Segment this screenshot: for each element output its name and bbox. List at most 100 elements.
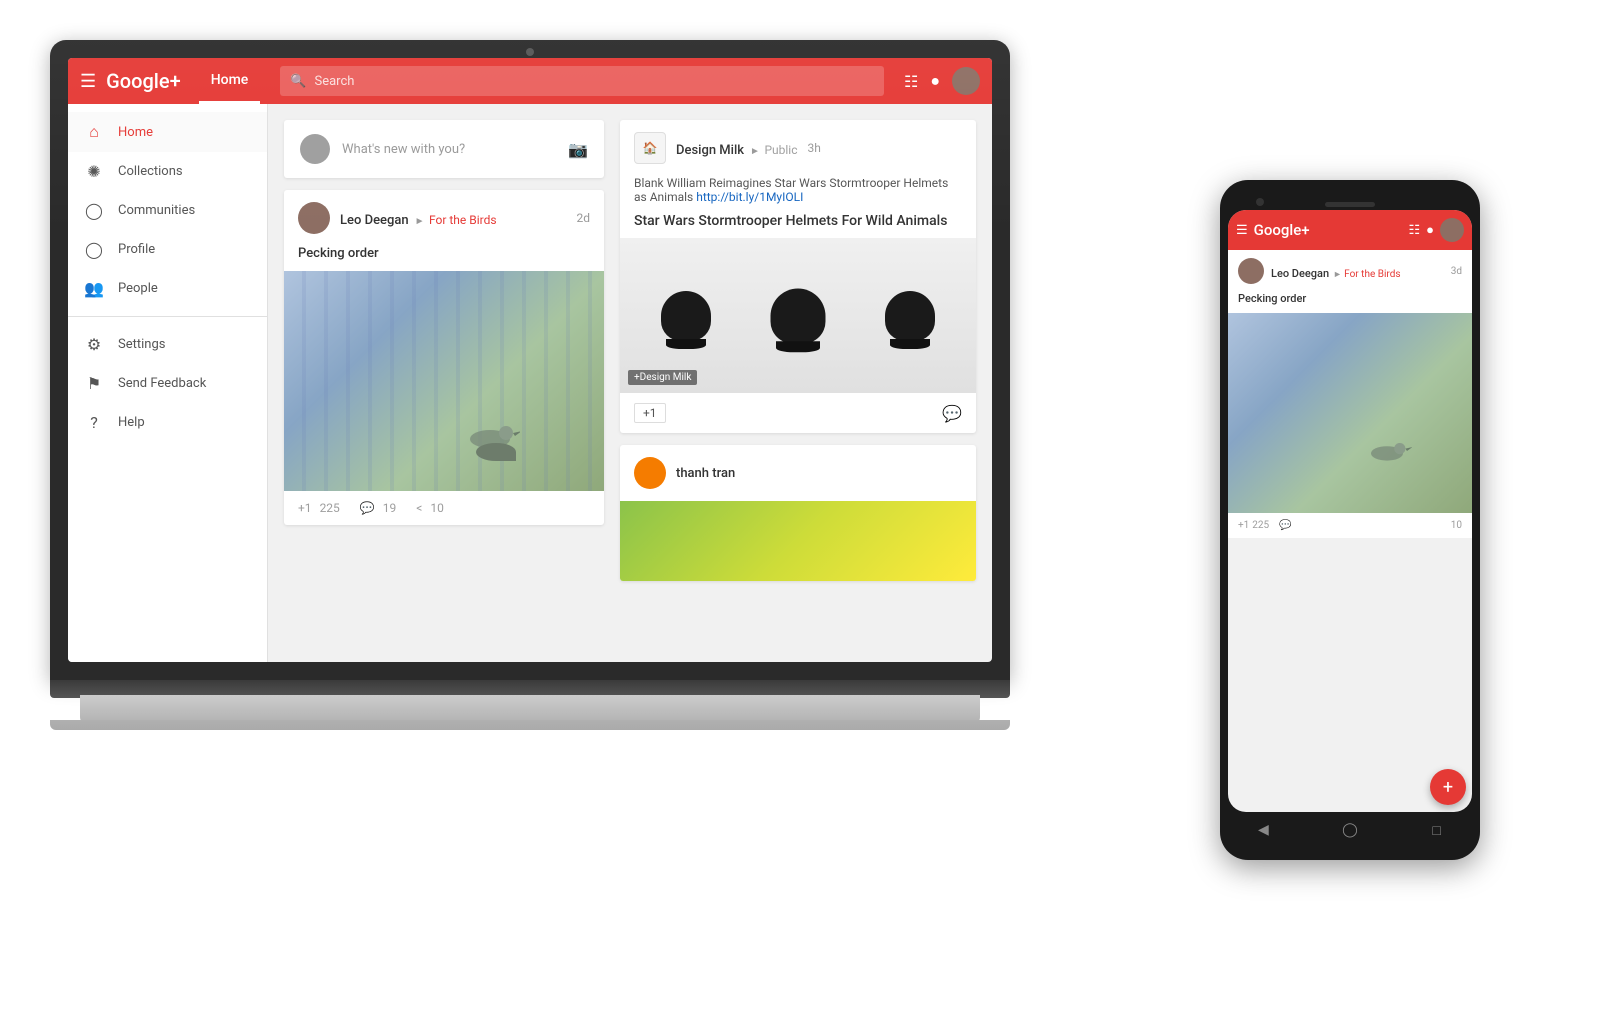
phone-plus-count: 225 [1252, 520, 1269, 531]
sidebar-collections-label: Collections [118, 164, 183, 179]
helmets-image: +Design Milk [620, 238, 976, 393]
phone-comment-icon[interactable]: 💬 [1279, 520, 1291, 531]
sidebar-communities-label: Communities [118, 203, 195, 218]
communities-icon: ◯ [84, 201, 104, 220]
plus-count: 225 [320, 501, 340, 515]
main-feed: What's new with you? 📷 [268, 104, 992, 662]
phone-header: ☰ Google+ ☷ ● [1228, 210, 1472, 250]
sidebar-item-collections[interactable]: ✺ Collections [68, 152, 267, 191]
fab-icon: + [1443, 777, 1453, 798]
brand-name-line: Design Milk ► Public [676, 139, 797, 158]
phone-gplus-app: ☰ Google+ ☷ ● Le [1228, 210, 1472, 812]
dm-post-time: 3h [807, 141, 820, 155]
phone-user-avatar[interactable] [1440, 218, 1464, 242]
phone-bird-svg [1362, 439, 1412, 463]
sidebar-item-communities[interactable]: ◯ Communities [68, 191, 267, 230]
laptop: ☰ Google+ Home 🔍 Search ☷ ● [50, 40, 1010, 940]
laptop-screen: ☰ Google+ Home 🔍 Search ☷ ● [68, 58, 992, 662]
compose-input[interactable]: What's new with you? [342, 142, 556, 157]
thanh-post-image [620, 501, 976, 581]
phone-hamburger-icon[interactable]: ☰ [1236, 223, 1248, 238]
share-count: 10 [430, 501, 444, 515]
brand-info: Design Milk ► Public [676, 139, 797, 158]
left-feed-column: What's new with you? 📷 [284, 120, 604, 646]
sidebar-item-feedback[interactable]: ⚑ Send Feedback [68, 364, 267, 403]
comment-count: 19 [383, 501, 397, 515]
thanh-avatar [634, 457, 666, 489]
phone-bird-image [1228, 313, 1472, 513]
sidebar-item-help[interactable]: ? Help [68, 403, 267, 442]
user-avatar[interactable] [952, 67, 980, 95]
brand-visibility: Public [764, 143, 797, 157]
phone-apps-icon[interactable]: ☷ [1408, 223, 1420, 238]
desktop-nav-home[interactable]: Home [199, 58, 261, 104]
bird-post-footer: +1 225 💬 19 < [284, 491, 604, 525]
phone: ☰ Google+ ☷ ● Le [1220, 180, 1480, 860]
sidebar-people-label: People [118, 281, 158, 296]
desktop-search-bar[interactable]: 🔍 Search [280, 66, 884, 96]
desktop-logo: Google+ [106, 69, 181, 93]
phone-bird-bg [1228, 313, 1472, 513]
laptop-base-bottom [50, 720, 1010, 730]
thanh-header: thanh tran [620, 445, 976, 501]
plus-action[interactable]: +1 [298, 501, 312, 515]
sidebar-item-home[interactable]: ⌂ Home [68, 112, 267, 152]
brand-arrow: ► [750, 146, 762, 157]
phone-arrow-icon: ► [1333, 270, 1344, 280]
share-icon: < [416, 501, 422, 515]
collections-icon: ✺ [84, 162, 104, 181]
notifications-icon[interactable]: ● [930, 71, 940, 91]
helmet-2 [771, 288, 826, 343]
sidebar-item-profile[interactable]: ◯ Profile [68, 230, 267, 269]
phone-nav-bar: ◀ ◯ □ [1220, 810, 1480, 850]
plus-one-button[interactable]: +1 [634, 403, 666, 423]
leo-collection[interactable]: For the Birds [429, 213, 497, 227]
phone-notifications-icon[interactable]: ● [1426, 222, 1434, 238]
phone-leo-name[interactable]: Leo Deegan [1271, 267, 1329, 280]
main-scene: ☰ Google+ Home 🔍 Search ☷ ● [0, 0, 1600, 1020]
desktop-header: ☰ Google+ Home 🔍 Search ☷ ● [68, 58, 992, 104]
phone-post-title: Pecking order [1228, 292, 1472, 313]
header-actions: ☷ ● [904, 67, 980, 95]
phone-fab-button[interactable]: + [1430, 769, 1466, 805]
brand-name[interactable]: Design Milk [676, 143, 744, 158]
apps-icon[interactable]: ☷ [904, 72, 918, 91]
bird-post-card: Leo Deegan ► For the Birds 2d Pecking or… [284, 190, 604, 525]
thanh-post-card: thanh tran [620, 445, 976, 581]
sidebar-item-people[interactable]: 👥 People [68, 269, 267, 308]
phone-author-name-line: Leo Deegan ► For the Birds [1271, 262, 1401, 281]
dm-post-headline: Blank William Reimagines Star Wars Storm… [620, 176, 976, 212]
comment-action[interactable]: 💬 [360, 501, 375, 515]
comment-icon-right[interactable]: 💬 [942, 404, 962, 423]
leo-name[interactable]: Leo Deegan [340, 213, 409, 228]
dm-post-link[interactable]: http://bit.ly/1MyIOLI [696, 190, 803, 204]
phone-plus-icon[interactable]: +1 [1238, 520, 1249, 531]
phone-logo: Google+ [1254, 221, 1403, 239]
phone-post-time: 3d [1451, 266, 1462, 277]
dm-post-actions: +1 💬 [620, 393, 976, 433]
right-feed-column: 🏠 Design Milk ► Public [620, 120, 976, 646]
share-action[interactable]: < [416, 501, 422, 515]
plus-one-icon: +1 [298, 501, 312, 515]
hamburger-icon[interactable]: ☰ [80, 71, 96, 92]
bird-svg [460, 421, 520, 451]
bird-post-header: Leo Deegan ► For the Birds 2d [284, 190, 604, 246]
phone-body: ☰ Google+ ☷ ● Le [1220, 180, 1480, 860]
phone-post-header: Leo Deegan ► For the Birds 3d [1228, 250, 1472, 292]
phone-back-button[interactable]: ◀ [1253, 820, 1273, 840]
leo-author-line: Leo Deegan ► For the Birds [340, 209, 566, 228]
design-milk-post: 🏠 Design Milk ► Public [620, 120, 976, 433]
bird-post-time: 2d [576, 211, 590, 225]
phone-home-button[interactable]: ◯ [1340, 820, 1360, 840]
thanh-name[interactable]: thanh tran [676, 466, 735, 481]
sidebar-item-settings[interactable]: ⚙ Settings [68, 325, 267, 364]
phone-collection[interactable]: For the Birds [1344, 269, 1400, 280]
compose-box[interactable]: What's new with you? 📷 [284, 120, 604, 178]
leo-avatar [298, 202, 330, 234]
helmet-1 [661, 291, 711, 341]
dm-post-title: Star Wars Stormtrooper Helmets For Wild … [620, 212, 976, 238]
camera-icon[interactable]: 📷 [568, 140, 588, 159]
phone-recents-button[interactable]: □ [1427, 820, 1447, 840]
sidebar-feedback-label: Send Feedback [118, 376, 206, 391]
design-milk-tag[interactable]: +Design Milk [628, 370, 697, 385]
